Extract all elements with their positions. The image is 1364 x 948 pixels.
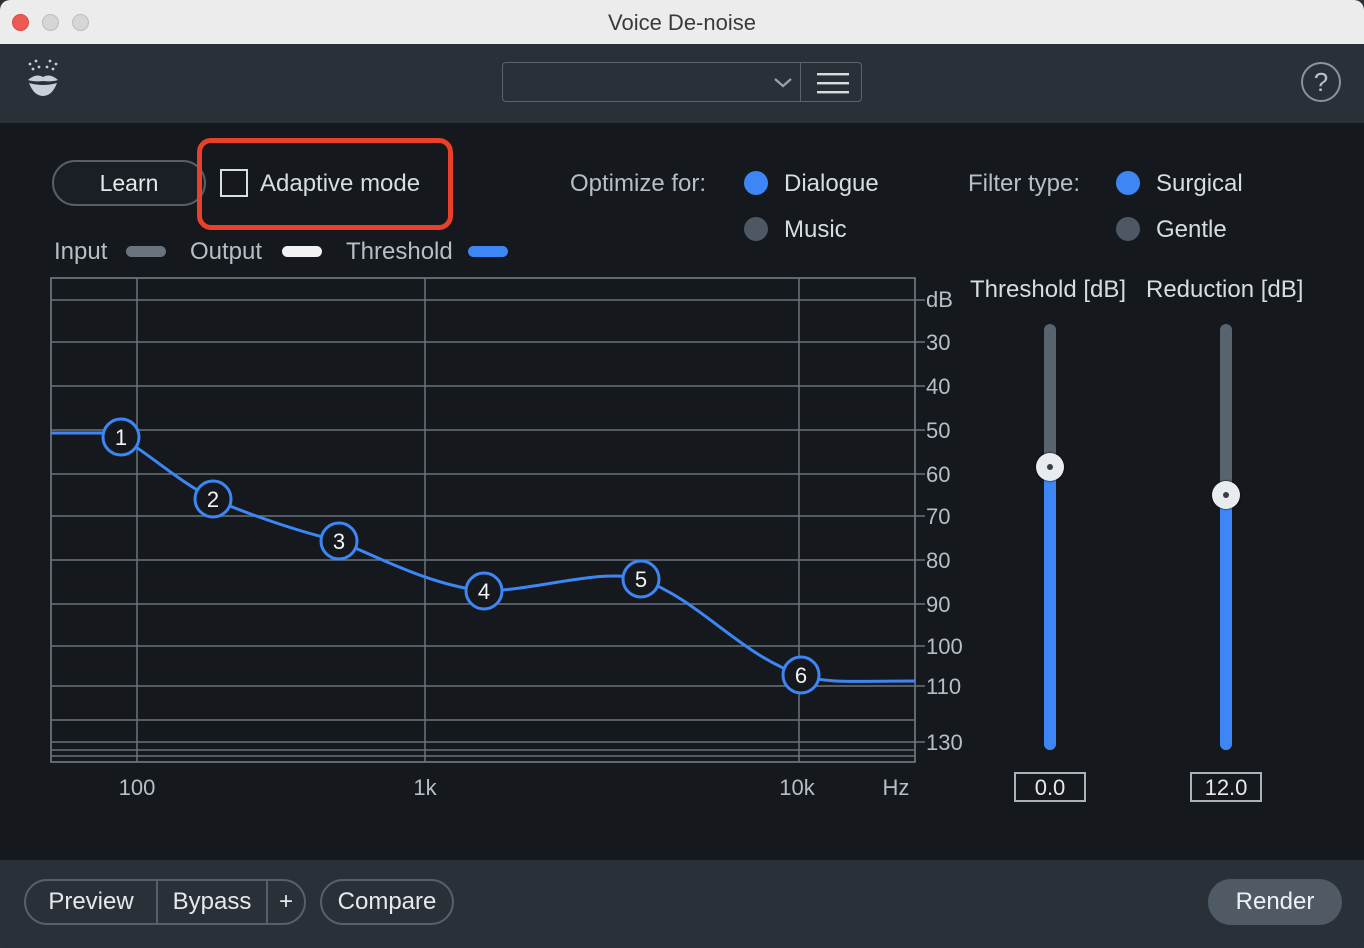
db-tick: 130 bbox=[926, 730, 963, 755]
freq-unit-label: Hz bbox=[883, 775, 910, 800]
db-tick: 100 bbox=[926, 634, 963, 659]
threshold-nodes[interactable]: 1 2 3 4 5 6 bbox=[101, 417, 821, 695]
freq-tick: 100 bbox=[119, 775, 156, 800]
threshold-value-field[interactable]: 0.0 bbox=[1014, 772, 1086, 802]
node-label: 6 bbox=[795, 663, 807, 688]
node-5[interactable]: 5 bbox=[621, 559, 661, 599]
reduction-value-field[interactable]: 12.0 bbox=[1190, 772, 1262, 802]
threshold-curve[interactable] bbox=[51, 431, 916, 683]
compare-button[interactable]: Compare bbox=[320, 879, 454, 925]
db-tick: 70 bbox=[926, 504, 950, 529]
db-tick: 90 bbox=[926, 592, 950, 617]
db-tick: 30 bbox=[926, 330, 950, 355]
reduction-slider-fill bbox=[1220, 494, 1232, 750]
bypass-button[interactable]: Bypass bbox=[156, 879, 268, 925]
node-3[interactable]: 3 bbox=[319, 521, 359, 561]
reduction-slider-thumb[interactable] bbox=[1212, 481, 1240, 509]
db-unit-label: dB bbox=[926, 287, 953, 312]
freq-tick: 10k bbox=[779, 775, 815, 800]
threshold-slider-thumb[interactable] bbox=[1036, 453, 1064, 481]
preview-button[interactable]: Preview bbox=[24, 879, 158, 925]
node-label: 2 bbox=[207, 487, 219, 512]
node-label: 5 bbox=[635, 567, 647, 592]
threshold-slider-fill bbox=[1044, 466, 1056, 750]
db-tick: 40 bbox=[926, 374, 950, 399]
node-label: 4 bbox=[478, 579, 490, 604]
node-2[interactable]: 2 bbox=[193, 479, 233, 519]
db-tick: 60 bbox=[926, 462, 950, 487]
db-tick: 50 bbox=[926, 418, 950, 443]
plugin-window: Voice De-noise ? Learn Adaptive mode Opt… bbox=[0, 0, 1364, 948]
node-label: 3 bbox=[333, 529, 345, 554]
db-tick: 110 bbox=[926, 674, 961, 699]
db-tick: 80 bbox=[926, 548, 950, 573]
freq-tick: 1k bbox=[413, 775, 437, 800]
threshold-graph[interactable]: dB 30 40 50 60 70 80 90 100 110 130 100 … bbox=[0, 0, 1364, 860]
node-label: 1 bbox=[115, 425, 127, 450]
render-button[interactable]: Render bbox=[1208, 879, 1342, 925]
threshold-slider-label: Threshold [dB] bbox=[970, 276, 1127, 303]
node-6[interactable]: 6 bbox=[781, 655, 821, 695]
node-1[interactable]: 1 bbox=[101, 417, 141, 457]
node-4[interactable]: 4 bbox=[464, 571, 504, 611]
reduction-slider-label: Reduction [dB] bbox=[1146, 276, 1304, 303]
